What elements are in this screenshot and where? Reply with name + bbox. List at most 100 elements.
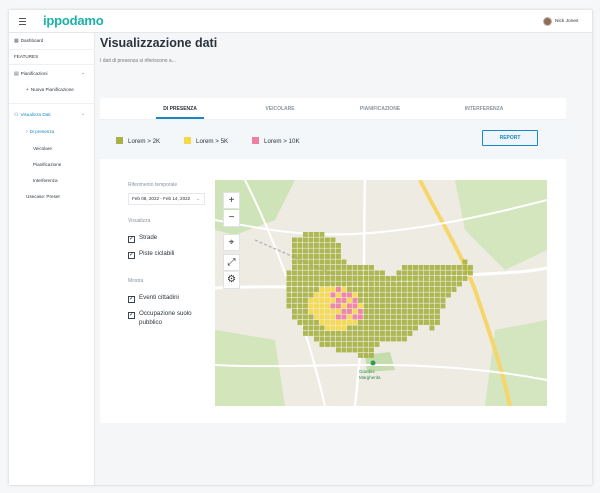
density-cell	[451, 276, 457, 281]
density-cell	[347, 292, 352, 298]
tab-pianificazione[interactable]: PIANIFICAZIONE	[340, 106, 420, 112]
density-cell	[319, 303, 325, 309]
density-cell	[336, 248, 341, 254]
density-cell	[418, 298, 424, 303]
sidebar-item-pianificazioni[interactable]: ▤ Pianificazioni	[14, 71, 48, 77]
chevron-down-icon[interactable]: ⌄	[81, 70, 85, 76]
density-cell	[413, 320, 418, 325]
density-cell	[440, 287, 446, 292]
sidebar-section-features: FEATURES	[14, 54, 39, 59]
density-cell	[308, 254, 314, 259]
density-cell	[402, 303, 407, 309]
checkbox[interactable]: ✓	[128, 312, 135, 319]
density-cell	[325, 270, 330, 276]
density-cell	[363, 336, 369, 342]
density-cell	[446, 276, 451, 281]
density-cell	[303, 314, 308, 320]
density-cell	[385, 314, 391, 320]
density-cell	[314, 331, 319, 336]
user-avatar[interactable]	[543, 17, 552, 26]
density-cell	[358, 303, 363, 309]
sidebar-item-visualizza-dati[interactable]: ⚇ Visualizza Dati	[14, 112, 51, 118]
checkbox[interactable]: ✓	[128, 236, 135, 243]
piste-checkbox-row[interactable]: ✓ Piste ciclabili	[128, 250, 174, 259]
chevron-down-icon[interactable]: ⌄	[81, 111, 85, 117]
locate-icon[interactable]: ⌖	[223, 234, 240, 251]
density-cell	[446, 292, 451, 298]
zoom-in-button[interactable]: +	[223, 192, 240, 209]
sidebar-item-usecase-preset[interactable]: Usecase: Preset	[26, 194, 60, 199]
density-cell	[391, 287, 396, 292]
density-cell	[374, 281, 380, 287]
sidebar-item-label: Visualizza Dati	[20, 112, 51, 117]
density-cell	[435, 287, 440, 292]
sidebar-item-label: Pianificazioni	[20, 71, 48, 76]
density-cell	[402, 320, 407, 325]
density-cell	[380, 281, 385, 287]
density-cell	[374, 309, 380, 314]
fullscreen-icon[interactable]: ⤢	[223, 254, 240, 271]
density-cell	[314, 303, 319, 309]
strade-checkbox-row[interactable]: ✓ Strade	[128, 234, 157, 243]
density-cell	[341, 336, 347, 342]
report-button[interactable]: REPORT	[482, 130, 538, 146]
checkbox[interactable]: ✓	[128, 296, 135, 303]
density-cell	[292, 276, 297, 281]
density-cell	[385, 287, 391, 292]
density-cell	[413, 265, 418, 270]
sidebar-item-interferenza[interactable]: Interferenza	[33, 178, 58, 183]
density-cell	[325, 336, 330, 342]
density-cell	[358, 270, 363, 276]
sidebar-item-di-presenza[interactable]: › Di presenza	[26, 129, 54, 135]
sidebar-item-veicolare[interactable]: Veicolare	[33, 146, 52, 151]
density-cell	[341, 276, 347, 281]
eventi-checkbox-row[interactable]: ✓ Eventi cittadini	[128, 294, 179, 303]
menu-icon[interactable]	[19, 18, 26, 27]
density-cell	[319, 276, 325, 281]
density-cell	[418, 270, 424, 276]
user-name[interactable]: Nick Jones	[555, 19, 578, 24]
occupazione-checkbox-row[interactable]: ✓ Occupazione suolo	[128, 310, 192, 319]
density-cell	[336, 254, 341, 259]
checkbox[interactable]: ✓	[128, 252, 135, 259]
density-cell	[352, 314, 358, 320]
density-cell	[286, 281, 292, 287]
sidebar-item-pianificazione[interactable]: Pianificazione	[33, 162, 61, 167]
density-cell	[347, 287, 352, 292]
checkbox-label: Strade	[139, 234, 158, 241]
density-cell	[297, 281, 303, 287]
date-range-select[interactable]: Feb 08, 2022 - Feb 14, 2022 ⌄	[128, 193, 205, 205]
density-cell	[325, 237, 330, 243]
density-cell	[308, 303, 314, 309]
density-cell	[374, 336, 380, 342]
density-cell	[369, 265, 374, 270]
density-cell	[413, 276, 418, 281]
density-cell	[314, 276, 319, 281]
density-cell	[396, 292, 402, 298]
sidebar-item-nuova-pianificazione[interactable]: + Nuova Pianificazione	[26, 87, 74, 93]
density-cell	[413, 309, 418, 314]
density-cell	[325, 281, 330, 287]
sidebar-item-dashboard[interactable]: ▦ Dashboard	[14, 38, 43, 44]
tab-veicolare[interactable]: VEICOLARE	[240, 106, 320, 112]
density-cell	[330, 331, 336, 336]
density-cell	[308, 276, 314, 281]
divider	[9, 64, 95, 65]
density-cell	[330, 248, 336, 254]
density-cell	[369, 314, 374, 320]
density-cell	[363, 298, 369, 303]
density-cell	[297, 292, 303, 298]
map-canvas[interactable]: Giardini Margherita	[215, 180, 547, 406]
tab-di-presenza[interactable]: DI PRESENZA	[140, 106, 220, 112]
legend-swatch	[252, 137, 259, 144]
map-view[interactable]: Giardini Margherita + − ⌖ ⤢ ⚙	[215, 180, 547, 406]
tab-bar: DI PRESENZA VEICOLARE PIANIFICAZIONE INT…	[100, 98, 566, 120]
density-cell	[308, 331, 314, 336]
density-cell	[451, 270, 457, 276]
density-cell	[402, 287, 407, 292]
settings-icon[interactable]: ⚙	[223, 272, 240, 289]
zoom-out-button[interactable]: −	[223, 210, 240, 227]
tab-interferenza[interactable]: INTERFERENZA	[444, 106, 524, 112]
density-cell	[308, 281, 314, 287]
park-area	[215, 330, 285, 406]
